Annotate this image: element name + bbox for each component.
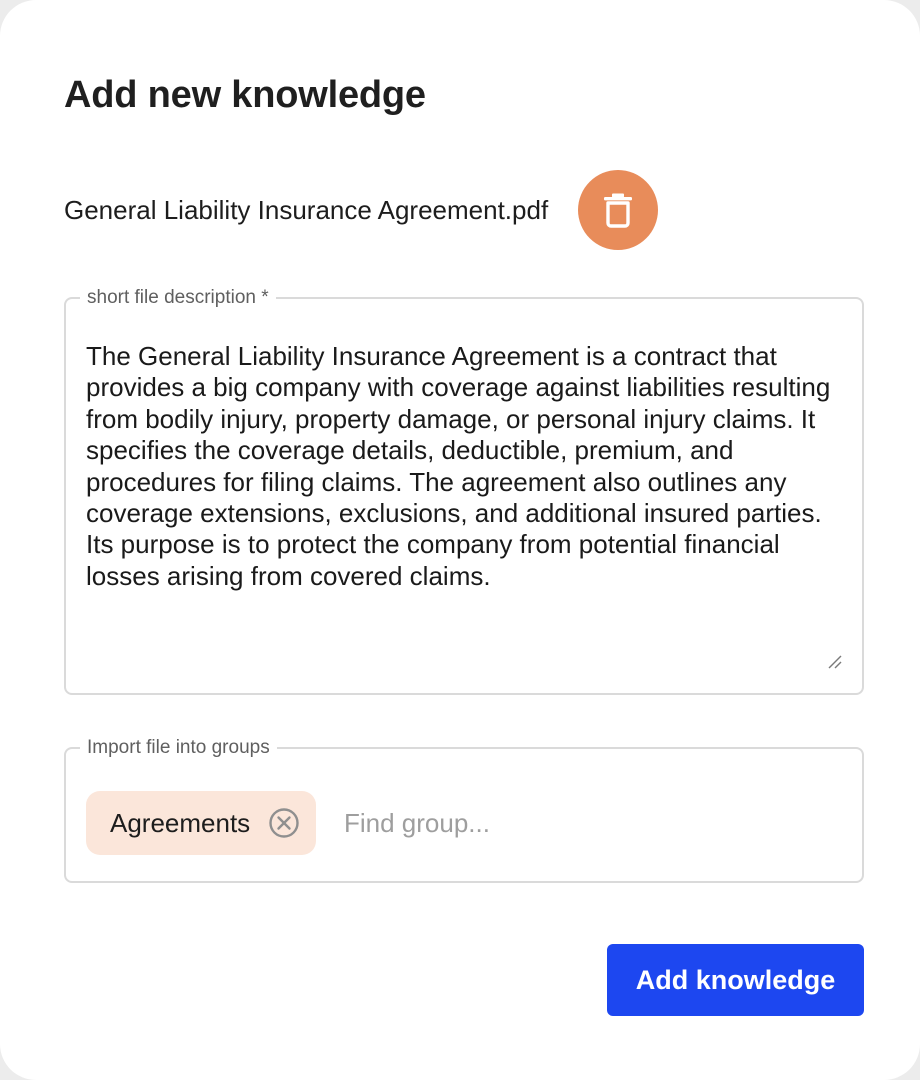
group-chip-label: Agreements: [110, 807, 251, 838]
file-name: General Liability Insurance Agreement.pd…: [64, 195, 549, 225]
resize-handle-icon[interactable]: [828, 655, 842, 669]
dialog-title: Add new knowledge: [64, 74, 426, 116]
add-knowledge-button[interactable]: Add knowledge: [607, 944, 864, 1016]
delete-file-button[interactable]: [578, 170, 659, 250]
description-textarea[interactable]: The General Liability Insurance Agreemen…: [86, 341, 846, 592]
trash-icon: [603, 192, 633, 228]
groups-field: Import file into groups Agreements: [64, 736, 864, 883]
file-row: General Liability Insurance Agreement.pd…: [64, 170, 659, 250]
group-chip: Agreements: [86, 791, 317, 855]
description-field[interactable]: short file description * The General Lia…: [64, 286, 864, 695]
description-label: short file description *: [80, 286, 276, 310]
add-knowledge-dialog: Add new knowledge General Liability Insu…: [0, 0, 920, 1080]
circle-x-icon[interactable]: [268, 807, 300, 839]
group-search-input[interactable]: [344, 799, 824, 847]
groups-label: Import file into groups: [80, 736, 277, 760]
